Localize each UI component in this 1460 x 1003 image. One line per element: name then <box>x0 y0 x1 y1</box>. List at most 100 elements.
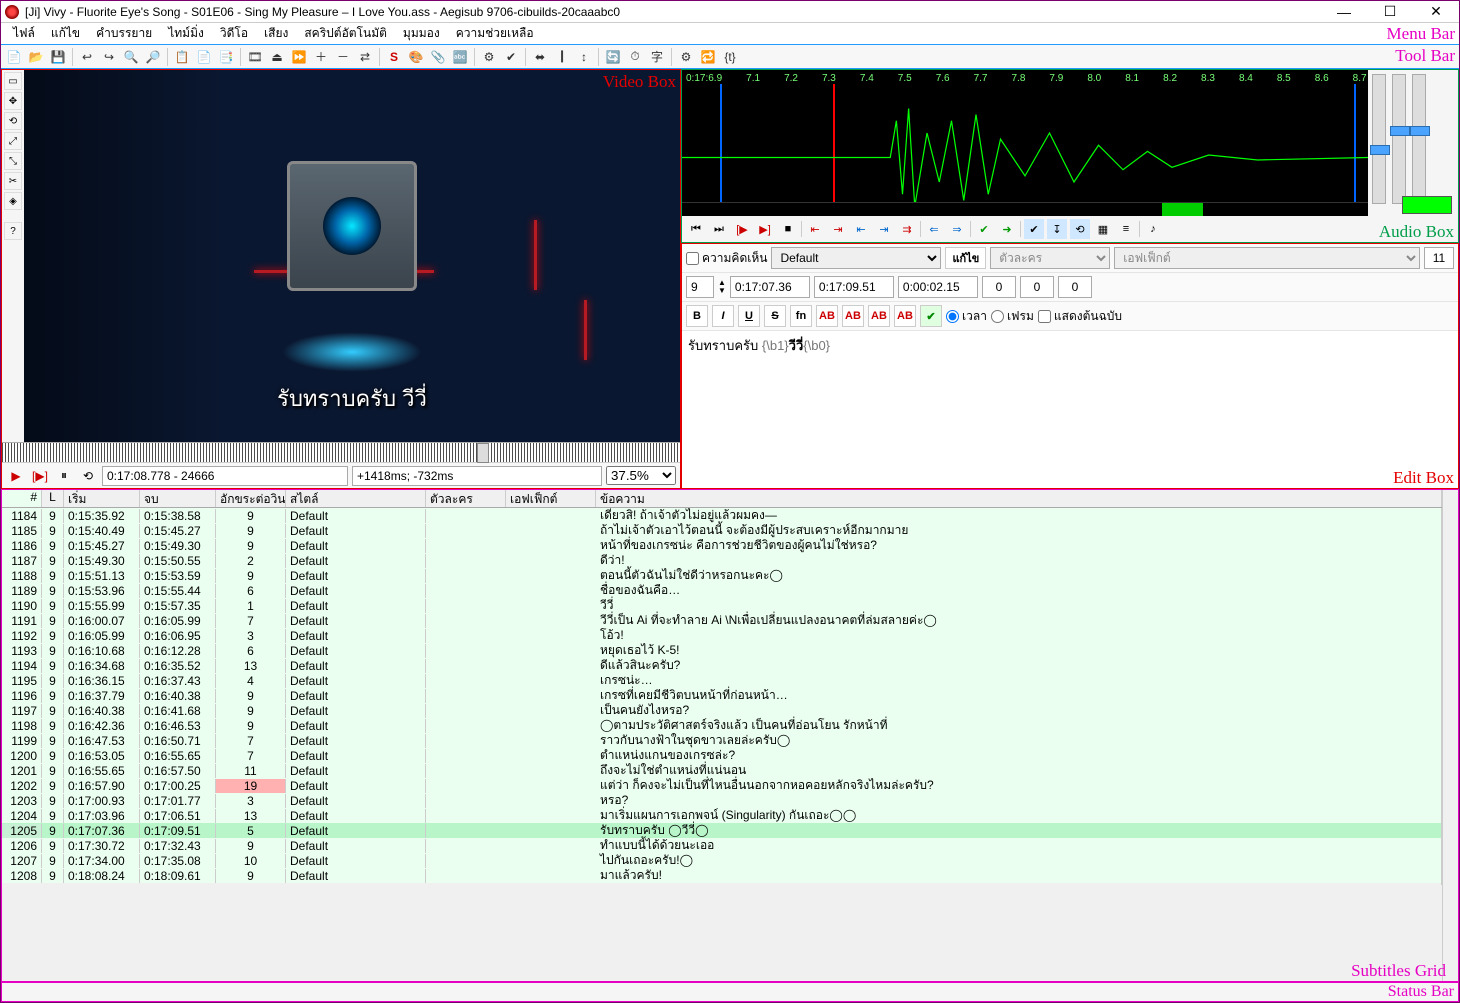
audio-waveform[interactable] <box>682 84 1368 202</box>
autonext-icon[interactable]: ↧ <box>1047 219 1067 239</box>
commit-button[interactable]: ✔ <box>920 305 942 327</box>
resample-icon[interactable]: 🔄 <box>603 47 623 67</box>
play-after-icon[interactable]: ⇥ <box>828 219 848 239</box>
tpp-icon[interactable]: ⏱ <box>625 47 645 67</box>
tag-hide-icon[interactable]: {t} <box>720 47 740 67</box>
autocommit-icon[interactable]: ✔ <box>1024 219 1044 239</box>
bold-button[interactable]: B <box>686 305 708 327</box>
color3-button[interactable]: AB <box>868 305 890 327</box>
jump-icon[interactable]: ⏩ <box>289 47 309 67</box>
video-close-icon[interactable]: ⏏ <box>267 47 287 67</box>
menu-edit[interactable]: แก้ไข <box>43 22 88 45</box>
end-time-field[interactable] <box>814 276 894 298</box>
maximize-button[interactable]: ☐ <box>1367 1 1413 23</box>
play-sel-icon[interactable]: [▶ <box>732 219 752 239</box>
tool-help-icon[interactable]: ? <box>4 222 22 240</box>
paste-icon[interactable]: 📄 <box>194 47 214 67</box>
save-icon[interactable]: 💾 <box>48 47 68 67</box>
tool-rotz-icon[interactable]: ⟲ <box>4 112 22 130</box>
copy-icon[interactable]: 📋 <box>172 47 192 67</box>
layer-field[interactable] <box>686 276 714 298</box>
menu-automation[interactable]: สคริปต์อัตโนมัติ <box>296 22 395 45</box>
margin-l-field[interactable] <box>982 276 1016 298</box>
video-open-icon[interactable]: 🎞 <box>245 47 265 67</box>
leadout-icon[interactable]: ⇒ <box>947 219 967 239</box>
underline-button[interactable]: U <box>738 305 760 327</box>
menu-subtitle[interactable]: คำบรรยาย <box>88 22 160 45</box>
style-manager-icon[interactable]: 🎨 <box>406 47 426 67</box>
autoscroll-audio-icon[interactable]: ⟲ <box>1070 219 1090 239</box>
video-zoom-select[interactable]: 37.5% <box>606 466 676 485</box>
table-row[interactable]: 120890:18:08.240:18:09.619Defaultมาแล้วค… <box>2 868 1442 883</box>
close-button[interactable]: ✕ <box>1413 1 1459 23</box>
minimize-button[interactable]: — <box>1321 1 1367 23</box>
menu-timing[interactable]: ไทม์มิ่ง <box>160 22 212 45</box>
cycle-icon[interactable]: 🔁 <box>698 47 718 67</box>
tool-clip-icon[interactable]: ✂ <box>4 172 22 190</box>
effect-select[interactable]: เอฟเฟ็กต์ <box>1114 247 1420 269</box>
automation-icon[interactable]: ⚙ <box>479 47 499 67</box>
styles-icon[interactable]: S <box>384 47 404 67</box>
grid-scrollbar[interactable] <box>1442 490 1458 981</box>
spellcheck-icon[interactable]: ✔ <box>501 47 521 67</box>
prev-line-icon[interactable]: ⏮ <box>686 219 706 239</box>
color1-button[interactable]: AB <box>816 305 838 327</box>
tool-std-icon[interactable]: ▭ <box>4 72 22 90</box>
duration-field[interactable] <box>898 276 978 298</box>
italic-button[interactable]: I <box>712 305 734 327</box>
zoom-out-icon[interactable]: － <box>333 47 353 67</box>
next-line-icon[interactable]: ⏭ <box>709 219 729 239</box>
strike-button[interactable]: S <box>764 305 786 327</box>
play-before-icon[interactable]: ⇤ <box>805 219 825 239</box>
edit-style-button[interactable]: แก้ไข <box>945 247 986 269</box>
volume-slider[interactable] <box>1412 74 1426 204</box>
stop-icon[interactable]: ■ <box>778 219 798 239</box>
replace-icon[interactable]: 🔎 <box>143 47 163 67</box>
color4-button[interactable]: AB <box>894 305 916 327</box>
time-radio[interactable]: เวลา <box>946 307 987 326</box>
video-subdelay-field[interactable] <box>352 466 602 486</box>
karaoke-icon[interactable]: ♪ <box>1143 219 1163 239</box>
subtitle-edit-area[interactable]: รับทราบครับ {\b1}วีวี่{\b0} <box>682 331 1458 488</box>
tool-vclip-icon[interactable]: ◈ <box>4 192 22 210</box>
attach-icon[interactable]: 📎 <box>428 47 448 67</box>
show-original-checkbox[interactable]: แสดงต้นฉบับ <box>1038 307 1122 326</box>
comment-checkbox[interactable]: ความคิดเห็น <box>686 249 767 268</box>
play-first-icon[interactable]: ⇤ <box>851 219 871 239</box>
goto-icon[interactable]: ➜ <box>997 219 1017 239</box>
find-icon[interactable]: 🔍 <box>121 47 141 67</box>
play-to-end-icon[interactable]: ⇉ <box>897 219 917 239</box>
tool-drag-icon[interactable]: ✥ <box>4 92 22 110</box>
link-slider-button[interactable] <box>1402 196 1452 214</box>
frame-radio[interactable]: เฟรม <box>991 307 1034 326</box>
leadin-icon[interactable]: ⇐ <box>924 219 944 239</box>
hzoom-slider[interactable] <box>1372 74 1386 204</box>
tool-scale-icon[interactable]: ⤡ <box>4 152 22 170</box>
redo-icon[interactable]: ↪ <box>99 47 119 67</box>
undo-icon[interactable]: ↩ <box>77 47 97 67</box>
audio-hscroll[interactable] <box>682 202 1368 216</box>
font-collector-icon[interactable]: 🔤 <box>450 47 470 67</box>
margin-r-field[interactable] <box>1020 276 1054 298</box>
medusa-icon[interactable]: ≡ <box>1116 219 1136 239</box>
zoom-in-icon[interactable]: ＋ <box>311 47 331 67</box>
actor-select[interactable]: ตัวละคร <box>990 247 1110 269</box>
start-time-field[interactable] <box>730 276 810 298</box>
shift-times-icon[interactable]: ⇄ <box>355 47 375 67</box>
menu-view[interactable]: มุมมอง <box>395 22 448 45</box>
new-icon[interactable]: 📄 <box>4 47 24 67</box>
menu-audio[interactable]: เสียง <box>256 22 296 45</box>
play-line-icon[interactable]: [▶] <box>30 466 50 486</box>
layer-down-icon[interactable]: ▼ <box>718 287 726 295</box>
play-last-icon[interactable]: ⇥ <box>874 219 894 239</box>
paste-over-icon[interactable]: 📑 <box>216 47 236 67</box>
menu-video[interactable]: วิดีโอ <box>212 22 256 45</box>
style-select[interactable]: Default <box>771 247 941 269</box>
shift-icon[interactable]: ⬌ <box>530 47 550 67</box>
autoscroll-icon[interactable]: ⟲ <box>78 466 98 486</box>
grid-header[interactable]: # L เริ่ม จบ อักขระต่อวินาที สไตล์ ตัวละ… <box>2 490 1442 508</box>
font-button[interactable]: fn <box>790 305 812 327</box>
commit-icon[interactable]: ✔ <box>974 219 994 239</box>
color2-button[interactable]: AB <box>842 305 864 327</box>
menu-file[interactable]: ไฟล์ <box>5 22 43 45</box>
